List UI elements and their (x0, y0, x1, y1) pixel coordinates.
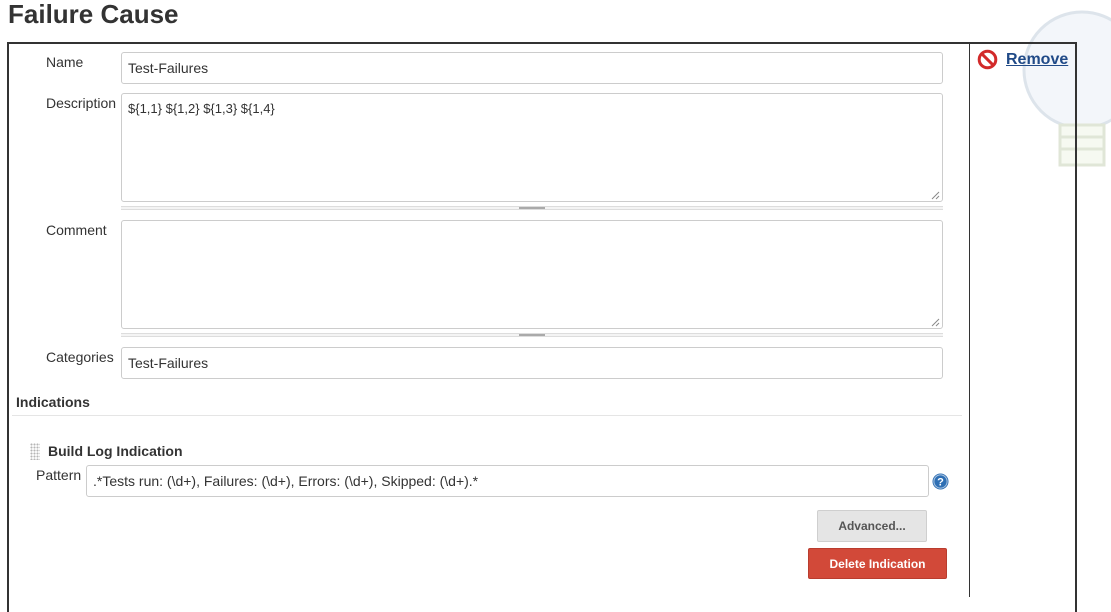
panel-divider (969, 42, 970, 597)
description-label: Description (46, 95, 117, 111)
svg-text:?: ? (937, 477, 944, 489)
section-divider (12, 415, 962, 416)
drag-grip-icon[interactable] (30, 443, 40, 460)
grip-icon (519, 207, 545, 209)
name-field[interactable] (121, 52, 943, 84)
delete-indication-button[interactable]: Delete Indication (808, 548, 947, 579)
resize-corner-icon[interactable] (931, 191, 940, 200)
indications-heading: Indications (16, 394, 90, 410)
page-title: Failure Cause (8, 0, 179, 29)
resize-corner-icon[interactable] (931, 318, 940, 327)
build-log-indication-heading: Build Log Indication (48, 443, 183, 459)
pattern-label: Pattern (36, 467, 82, 483)
pattern-field[interactable] (86, 465, 929, 497)
comment-field[interactable] (121, 220, 943, 329)
grip-icon (519, 334, 545, 336)
name-label: Name (46, 54, 84, 70)
categories-label: Categories (46, 349, 114, 365)
advanced-button[interactable]: Advanced... (817, 510, 927, 542)
comment-label: Comment (46, 222, 107, 238)
description-resize-handle[interactable] (121, 206, 943, 210)
question-mark-icon[interactable]: ? (932, 473, 949, 490)
description-field[interactable]: ${1,1} ${1,2} ${1,3} ${1,4} (121, 93, 943, 202)
remove-label[interactable]: Remove (1006, 51, 1068, 69)
categories-field[interactable] (121, 347, 943, 379)
comment-resize-handle[interactable] (121, 333, 943, 337)
remove-button[interactable]: Remove (977, 49, 1068, 70)
no-entry-icon (977, 49, 998, 70)
